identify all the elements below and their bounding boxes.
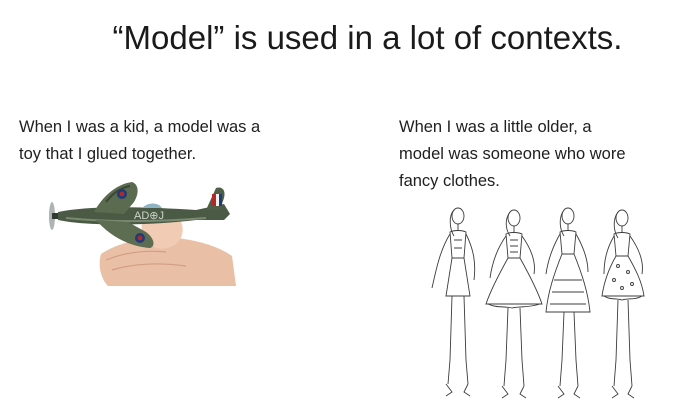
fashion-figure-1 <box>431 207 476 397</box>
slide-title: “Model” is used in a lot of contexts. <box>112 19 623 56</box>
right-caption-line-3: fancy clothes. <box>399 172 500 190</box>
fashion-figure-3 <box>545 207 591 399</box>
left-caption-line-1: When I was a kid, a model was a <box>19 118 261 136</box>
left-caption-line-2: toy that I glued together. <box>19 145 197 163</box>
left-caption: When I was a kid, a model was a toy that… <box>19 114 260 168</box>
slide: “Model” is used in a lot of contexts. Wh… <box>0 0 695 412</box>
model-airplane-image: AD⊕J <box>49 182 236 286</box>
right-caption-line-1: When I was a little older, a <box>399 118 592 136</box>
fashion-figure-2 <box>485 209 543 399</box>
svg-text:AD⊕J: AD⊕J <box>134 210 164 222</box>
fashion-figure-4 <box>601 209 645 399</box>
fashion-sketches-image <box>431 207 645 399</box>
airplane-illustration: AD⊕J <box>49 182 230 248</box>
right-caption: When I was a little older, a model was s… <box>399 114 626 195</box>
right-caption-line-2: model was someone who wore <box>399 145 626 163</box>
